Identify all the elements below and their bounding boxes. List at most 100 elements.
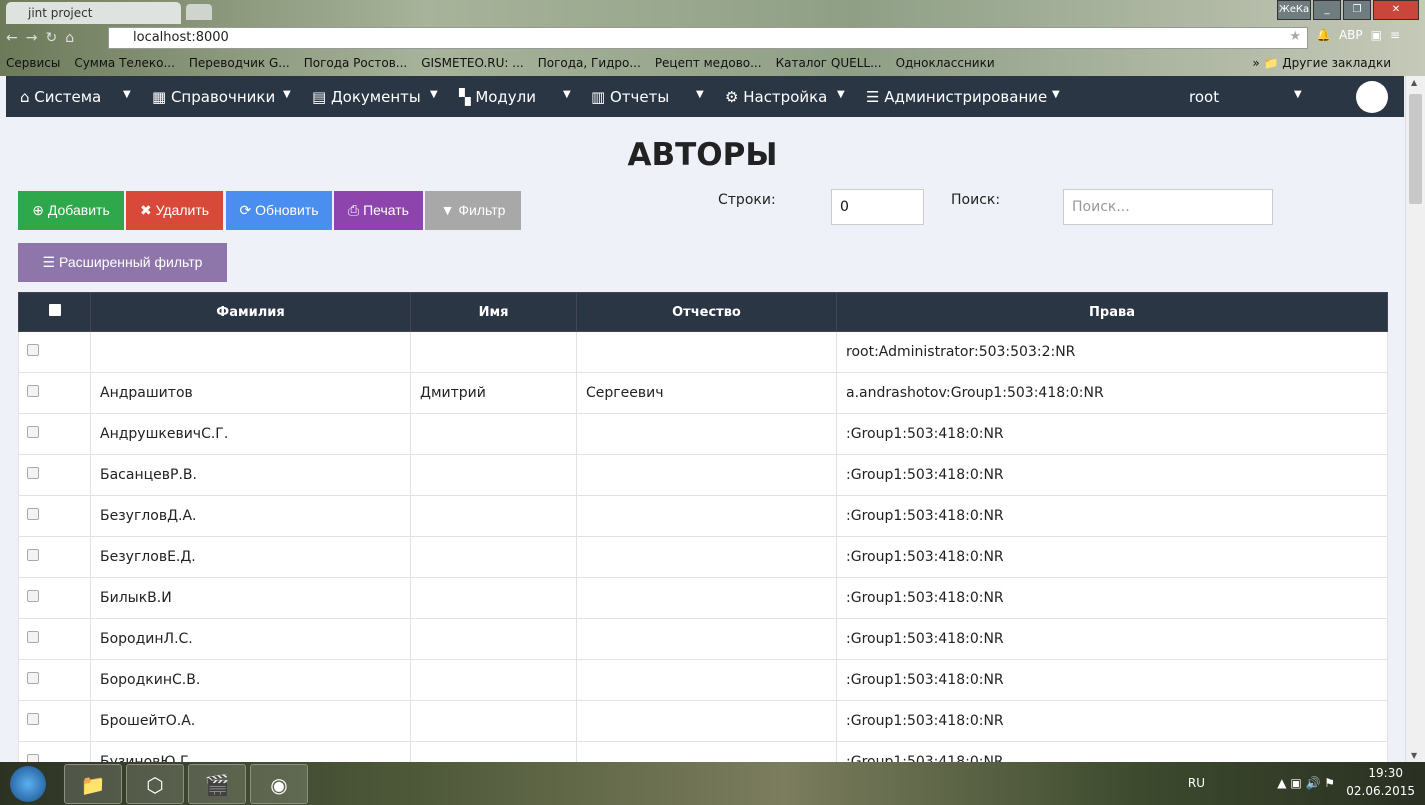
bookmark[interactable]: Погода, Гидро...: [538, 56, 641, 70]
table-row[interactable]: БородинЛ.С.:Group1:503:418:0:NR: [18, 618, 1388, 660]
star-icon[interactable]: ★: [1289, 29, 1301, 44]
nav-reports[interactable]: ▥ Отчеты: [591, 88, 669, 106]
table-cell: Сергеевич: [576, 372, 837, 414]
row-checkbox[interactable]: [27, 590, 39, 602]
bookmark[interactable]: Сумма Телеко...: [74, 56, 175, 70]
caret-down-icon[interactable]: ▼: [283, 89, 291, 100]
table-cell: [410, 659, 577, 701]
forward-icon[interactable]: →: [26, 30, 46, 46]
row-checkbox[interactable]: [27, 344, 39, 356]
row-checkbox[interactable]: [27, 631, 39, 643]
table-row[interactable]: БилыкВ.И:Group1:503:418:0:NR: [18, 577, 1388, 619]
caret-down-icon[interactable]: ▼: [563, 89, 571, 100]
column-header[interactable]: Отчество: [576, 292, 837, 332]
new-tab-button[interactable]: [186, 4, 212, 20]
column-header[interactable]: Имя: [410, 292, 577, 332]
nav-administration[interactable]: ☰ Администрирование: [866, 88, 1047, 106]
add-label: Добавить: [47, 202, 110, 218]
extension-icon[interactable]: ▣: [1371, 28, 1382, 42]
nav-documents[interactable]: ▤ Документы: [312, 88, 421, 106]
scroll-thumb[interactable]: [1409, 94, 1422, 204]
table-row[interactable]: БородкинС.В.:Group1:503:418:0:NR: [18, 659, 1388, 701]
search-input[interactable]: Поиск...: [1063, 189, 1273, 225]
table-row[interactable]: БрошейтО.А.:Group1:503:418:0:NR: [18, 700, 1388, 742]
bookmark[interactable]: Рецепт медово...: [655, 56, 762, 70]
bookmark[interactable]: Сервисы: [6, 56, 60, 70]
delete-button[interactable]: ✖ Удалить: [126, 191, 223, 230]
advanced-filter-button[interactable]: ☰ Расширенный фильтр: [18, 243, 227, 282]
address-bar[interactable]: localhost:8000 ★: [108, 27, 1308, 49]
clock-time[interactable]: 19:30: [1346, 766, 1415, 780]
other-bookmarks[interactable]: » 📁 Другие закладки: [1252, 56, 1405, 70]
table-cell: :Group1:503:418:0:NR: [836, 659, 1388, 701]
bookmark[interactable]: GISMETEO.RU: ...: [421, 56, 524, 70]
browser-tab[interactable]: jint project: [6, 2, 181, 24]
plus-circle-icon: ⊕: [32, 202, 48, 218]
row-checkbox[interactable]: [27, 508, 39, 520]
notification-icon[interactable]: 🔔: [1316, 28, 1331, 42]
print-icon: ⎙: [348, 202, 364, 218]
caret-down-icon[interactable]: ▼: [430, 89, 438, 100]
scrollbar[interactable]: ▲ ▼: [1405, 76, 1425, 762]
caret-down-icon[interactable]: ▼: [1052, 89, 1060, 100]
table-row[interactable]: БезугловЕ.Д.:Group1:503:418:0:NR: [18, 536, 1388, 578]
row-checkbox[interactable]: [27, 467, 39, 479]
caret-down-icon[interactable]: ▼: [696, 89, 704, 100]
table-cell: БилыкВ.И: [90, 577, 411, 619]
tray-icons[interactable]: ▲ ▣ 🔊 ⚑: [1277, 776, 1335, 790]
clock-date[interactable]: 02.06.2015: [1346, 784, 1415, 798]
table-row[interactable]: БасанцевР.В.:Group1:503:418:0:NR: [18, 454, 1388, 496]
bookmark[interactable]: Каталог QUELL...: [776, 56, 882, 70]
app-icon[interactable]: ⬡: [126, 764, 184, 804]
row-checkbox[interactable]: [27, 385, 39, 397]
print-label: Печать: [363, 202, 409, 218]
language-indicator[interactable]: RU: [1188, 776, 1205, 790]
minimize-button[interactable]: _: [1313, 0, 1341, 20]
close-button[interactable]: ✕: [1373, 0, 1419, 20]
select-all-checkbox[interactable]: [48, 304, 61, 316]
reload-icon[interactable]: ↻: [45, 30, 65, 46]
tab-title: jint project: [28, 6, 93, 20]
maximize-button[interactable]: ❐: [1343, 0, 1371, 20]
explorer-icon[interactable]: 📁: [64, 764, 122, 804]
nav-references[interactable]: ▦ Справочники: [152, 88, 275, 106]
back-icon[interactable]: ←: [6, 30, 26, 46]
column-header[interactable]: Фамилия: [90, 292, 411, 332]
scroll-up-icon[interactable]: ▲: [1411, 78, 1417, 87]
row-checkbox[interactable]: [27, 672, 39, 684]
start-button[interactable]: [10, 766, 46, 802]
bookmark[interactable]: Одноклассники: [896, 56, 995, 70]
bookmark[interactable]: Переводчик G...: [189, 56, 290, 70]
bookmark[interactable]: Погода Ростов...: [304, 56, 408, 70]
caret-down-icon[interactable]: ▼: [123, 89, 131, 100]
add-button[interactable]: ⊕ Добавить: [18, 191, 124, 230]
caret-down-icon[interactable]: ▼: [1294, 89, 1302, 100]
user-menu[interactable]: root: [1189, 88, 1219, 106]
home-icon[interactable]: ⌂: [65, 30, 82, 46]
adblock-icon[interactable]: ABP: [1339, 28, 1363, 42]
table-row[interactable]: АндрушкевичС.Г.:Group1:503:418:0:NR: [18, 413, 1388, 455]
table-cell: :Group1:503:418:0:NR: [836, 618, 1388, 660]
table-row[interactable]: root:Administrator:503:503:2:NR: [18, 331, 1388, 373]
media-icon[interactable]: 🎬: [188, 764, 246, 804]
rows-input[interactable]: 0: [831, 189, 924, 225]
nav-modules[interactable]: ▚ Модули: [459, 88, 536, 106]
row-checkbox[interactable]: [27, 426, 39, 438]
user-badge[interactable]: ЖеКа: [1277, 0, 1311, 20]
print-button[interactable]: ⎙ Печать: [334, 191, 423, 230]
row-checkbox[interactable]: [27, 713, 39, 725]
nav-system[interactable]: ⌂ Система: [20, 88, 101, 106]
column-header[interactable]: Права: [836, 292, 1388, 332]
caret-down-icon[interactable]: ▼: [837, 89, 845, 100]
table-row[interactable]: БезугловД.А.:Group1:503:418:0:NR: [18, 495, 1388, 537]
menu-icon[interactable]: ≡: [1390, 28, 1400, 42]
chrome-icon[interactable]: ◉: [250, 764, 308, 804]
filter-button[interactable]: ▼ Фильтр: [425, 191, 521, 230]
nav-settings[interactable]: ⚙ Настройка: [725, 88, 827, 106]
table-row[interactable]: Андрашитов Дмитрий Сергеевич a.andrashotov:…: [18, 372, 1388, 414]
avatar[interactable]: [1356, 81, 1388, 113]
row-checkbox[interactable]: [27, 549, 39, 561]
table-cell: [576, 618, 837, 660]
scroll-down-icon[interactable]: ▼: [1411, 751, 1417, 760]
refresh-button[interactable]: ⟳ Обновить: [226, 191, 332, 230]
